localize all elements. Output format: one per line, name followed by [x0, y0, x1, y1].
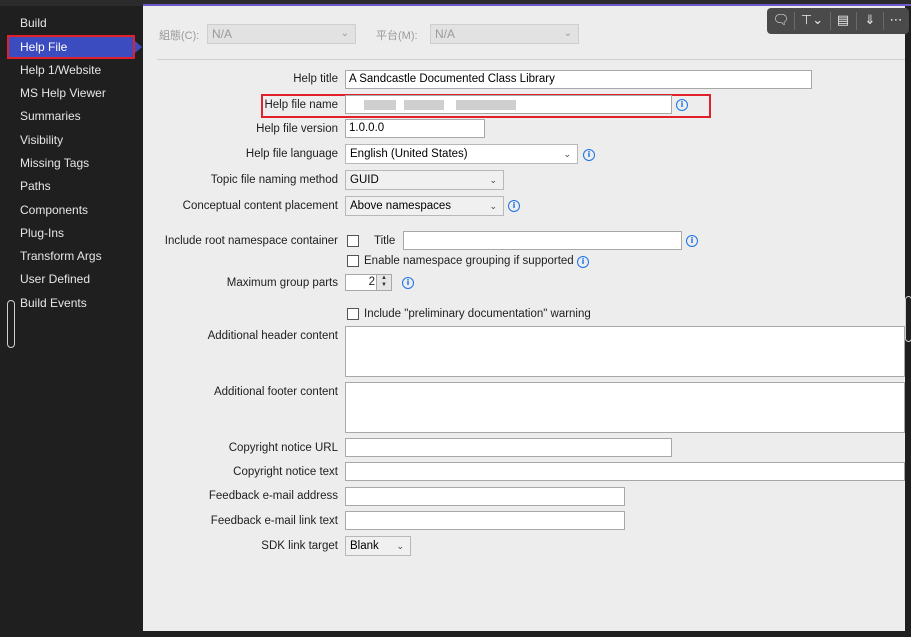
topic-naming-label: Topic file naming method	[210, 174, 338, 186]
max-group-parts-label: Maximum group parts	[226, 277, 338, 289]
topic-naming-value: GUID	[350, 174, 379, 186]
platform-label: 平台(M):	[376, 30, 418, 42]
root-ns-title-field[interactable]	[403, 231, 682, 250]
active-item-pointer	[135, 41, 142, 53]
info-icon[interactable]: i	[583, 149, 595, 161]
sidebar-item-ms-help-viewer[interactable]: MS Help Viewer	[8, 82, 134, 104]
sidebar-item-components[interactable]: Components	[8, 199, 134, 221]
property-page: 組態(C): N/A ⌄ 平台(M): N/A ⌄ Help title A S…	[143, 6, 905, 631]
help-file-name-field[interactable]	[345, 95, 672, 114]
sidebar-item-summaries[interactable]: Summaries	[8, 105, 134, 127]
header-content-textarea[interactable]	[345, 326, 905, 377]
info-icon[interactable]: i	[676, 99, 688, 111]
copyright-url-field[interactable]	[345, 438, 672, 457]
platform-value: N/A	[435, 27, 456, 41]
chevron-down-icon: ⌄	[489, 175, 497, 185]
help-file-language-value: English (United States)	[350, 148, 468, 160]
namespace-grouping-checkbox[interactable]	[347, 255, 359, 267]
sdk-link-target-value: Blank	[350, 540, 379, 552]
chevron-down-icon: ⌄	[489, 201, 497, 211]
redacted-text	[456, 100, 516, 110]
help-file-language-label: Help file language	[245, 148, 338, 160]
conceptual-placement-select[interactable]: Above namespaces ⌄	[345, 196, 504, 216]
sidebar-item-help-file[interactable]: Help File	[7, 35, 135, 59]
sidebar: Build Help File Help 1/Website MS Help V…	[0, 6, 143, 637]
root-ns-title-label: Title	[374, 235, 396, 247]
conceptual-placement-value: Above namespaces	[350, 200, 452, 212]
right-scrollbar[interactable]	[905, 296, 911, 342]
namespace-grouping-label: Enable namespace grouping if supported	[364, 255, 574, 267]
sidebar-item-build[interactable]: Build	[8, 12, 134, 34]
conceptual-placement-label: Conceptual content placement	[182, 200, 338, 212]
toolbar-divider	[794, 12, 795, 30]
sidebar-scrollbar[interactable]	[7, 300, 15, 348]
download-icon[interactable]: ⇓	[860, 11, 880, 31]
sdk-link-target-select[interactable]: Blank ⌄	[345, 536, 411, 556]
platform-select[interactable]: N/A ⌄	[430, 24, 579, 44]
spinner-arrows-icon[interactable]: ▲ ▼	[376, 275, 391, 290]
sidebar-item-paths[interactable]: Paths	[8, 175, 134, 197]
more-icon[interactable]: ⋯	[886, 11, 906, 31]
config-value: N/A	[212, 27, 233, 41]
toolbar-divider	[856, 12, 857, 30]
include-root-ns-label: Include root namespace container	[164, 235, 338, 247]
floating-toolbar: 🗨 ⊤⌄ ▤ ⇓ ⋯	[767, 8, 909, 34]
help-file-language-select[interactable]: English (United States) ⌄	[345, 144, 578, 164]
sdk-link-target-label: SDK link target	[261, 540, 338, 552]
config-label: 組態(C):	[159, 30, 200, 42]
sidebar-item-visibility[interactable]: Visibility	[8, 129, 134, 151]
redacted-text	[404, 100, 444, 110]
divider	[157, 59, 905, 60]
preliminary-label: Include "preliminary documentation" warn…	[364, 308, 591, 320]
sidebar-item-plug-ins[interactable]: Plug-Ins	[8, 222, 134, 244]
chevron-down-icon: ⌄	[563, 149, 571, 159]
info-icon[interactable]: i	[508, 200, 520, 212]
toolbar-divider	[830, 12, 831, 30]
comment-icon[interactable]: 🗨	[771, 11, 791, 31]
include-root-ns-checkbox[interactable]	[347, 235, 359, 247]
chevron-down-icon: ⌄	[396, 541, 404, 551]
max-group-parts-value: 2	[368, 276, 375, 288]
feedback-email-field[interactable]	[345, 487, 625, 506]
layout-icon[interactable]: ▤	[833, 11, 853, 31]
chevron-down-icon: ⌄	[563, 28, 572, 39]
help-file-version-field[interactable]: 1.0.0.0	[345, 119, 485, 138]
feedback-link-text-field[interactable]	[345, 511, 625, 530]
chevron-down-icon: ⌄	[340, 28, 349, 39]
sidebar-item-build-events[interactable]: Build Events	[8, 292, 134, 314]
help-title-field[interactable]: A Sandcastle Documented Class Library	[345, 70, 812, 89]
config-select[interactable]: N/A ⌄	[207, 24, 356, 44]
footer-content-label: Additional footer content	[213, 386, 338, 398]
sidebar-item-transform-args[interactable]: Transform Args	[8, 245, 134, 267]
align-dropdown-icon[interactable]: ⊤⌄	[797, 11, 827, 31]
copyright-url-label: Copyright notice URL	[228, 442, 338, 454]
copyright-text-label: Copyright notice text	[233, 466, 338, 478]
toolbar-divider	[883, 12, 884, 30]
feedback-email-label: Feedback e-mail address	[208, 490, 338, 502]
help-title-label: Help title	[293, 73, 338, 85]
header-content-label: Additional header content	[207, 330, 338, 342]
sidebar-item-help1-website[interactable]: Help 1/Website	[8, 59, 134, 81]
sidebar-item-missing-tags[interactable]: Missing Tags	[8, 152, 134, 174]
sidebar-item-user-defined[interactable]: User Defined	[8, 268, 134, 290]
redacted-text	[364, 100, 396, 110]
help-file-version-label: Help file version	[256, 123, 338, 135]
copyright-text-field[interactable]	[345, 462, 905, 481]
feedback-link-text-label: Feedback e-mail link text	[210, 515, 338, 527]
info-icon[interactable]: i	[402, 277, 414, 289]
info-icon[interactable]: i	[577, 256, 589, 268]
topic-naming-select[interactable]: GUID ⌄	[345, 170, 504, 190]
max-group-parts-stepper[interactable]: 2 ▲ ▼	[345, 274, 392, 291]
help-file-name-label: Help file name	[264, 99, 338, 111]
preliminary-checkbox[interactable]	[347, 308, 359, 320]
info-icon[interactable]: i	[686, 235, 698, 247]
footer-content-textarea[interactable]	[345, 382, 905, 433]
